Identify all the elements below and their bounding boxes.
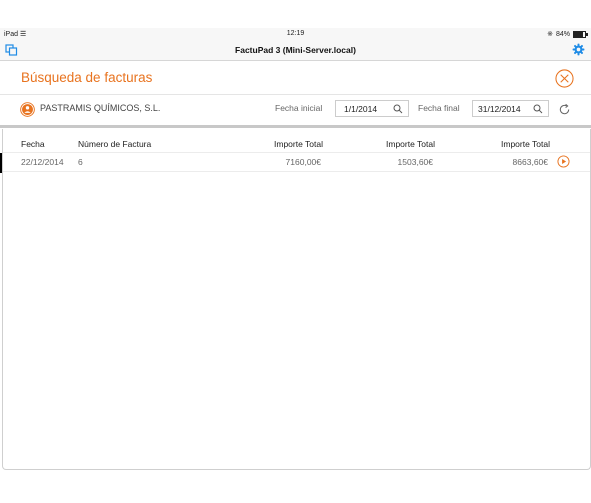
app-title: FactuPad 3 (Mini-Server.local) <box>235 45 356 55</box>
end-date-label: Fecha final <box>418 103 460 113</box>
title-bar: FactuPad 3 (Mini-Server.local) <box>0 40 591 61</box>
table-row[interactable]: 22/12/2014 6 7160,00€ 1503,60€ 8663,60€ <box>3 152 590 172</box>
column-header-total-3: Importe Total <box>501 139 550 149</box>
page-title: Búsqueda de facturas <box>21 70 153 85</box>
gear-icon[interactable] <box>572 43 585 56</box>
column-header-date: Fecha <box>21 139 45 149</box>
table-header: Fecha Número de Factura Importe Total Im… <box>3 139 590 153</box>
divider <box>0 125 591 128</box>
status-time: 12:19 <box>286 30 305 37</box>
filter-row: PASTRAMIS QUÍMICOS, S.L. Fecha inicial 1… <box>0 94 591 125</box>
column-header-total-1: Importe Total <box>274 139 323 149</box>
end-date-field[interactable]: 31/12/2014 <box>472 100 549 117</box>
column-header-total-2: Importe Total <box>386 139 435 149</box>
client-name[interactable]: PASTRAMIS QUÍMICOS, S.L. <box>40 103 160 113</box>
start-date-value: 1/1/2014 <box>344 104 378 114</box>
start-date-label: Fecha inicial <box>275 103 323 113</box>
panel-header: Búsqueda de facturas <box>0 61 591 93</box>
cell-date: 22/12/2014 <box>21 157 64 167</box>
close-button[interactable] <box>555 69 574 88</box>
cell-total-3: 8663,60€ <box>512 157 548 167</box>
cell-invoice-number: 6 <box>78 157 83 167</box>
battery-percent: 84% <box>555 30 570 38</box>
refresh-icon[interactable] <box>558 103 571 116</box>
cell-total-1: 7160,00€ <box>285 157 321 167</box>
column-header-invoice-number: Número de Factura <box>78 139 152 149</box>
client-avatar-icon <box>20 102 35 117</box>
battery-icon <box>573 30 588 38</box>
cell-total-2: 1503,60€ <box>397 157 433 167</box>
status-bar: iPad ☰ 12:19 ※ 84% <box>0 28 591 40</box>
top-margin <box>0 0 591 28</box>
row-selection-marker <box>0 153 2 173</box>
search-icon[interactable] <box>533 104 543 114</box>
start-date-field[interactable]: 1/1/2014 <box>335 100 409 117</box>
search-icon[interactable] <box>393 104 403 114</box>
end-date-value: 31/12/2014 <box>478 104 521 114</box>
search-invoices-panel: Búsqueda de facturas PASTRAMIS QUÍMICOS,… <box>0 61 591 470</box>
bluetooth-icon: ※ <box>547 31 553 38</box>
open-invoice-icon[interactable] <box>557 155 570 168</box>
status-right: ※ 84% <box>547 30 588 38</box>
invoice-table: Fecha Número de Factura Importe Total Im… <box>2 129 591 470</box>
